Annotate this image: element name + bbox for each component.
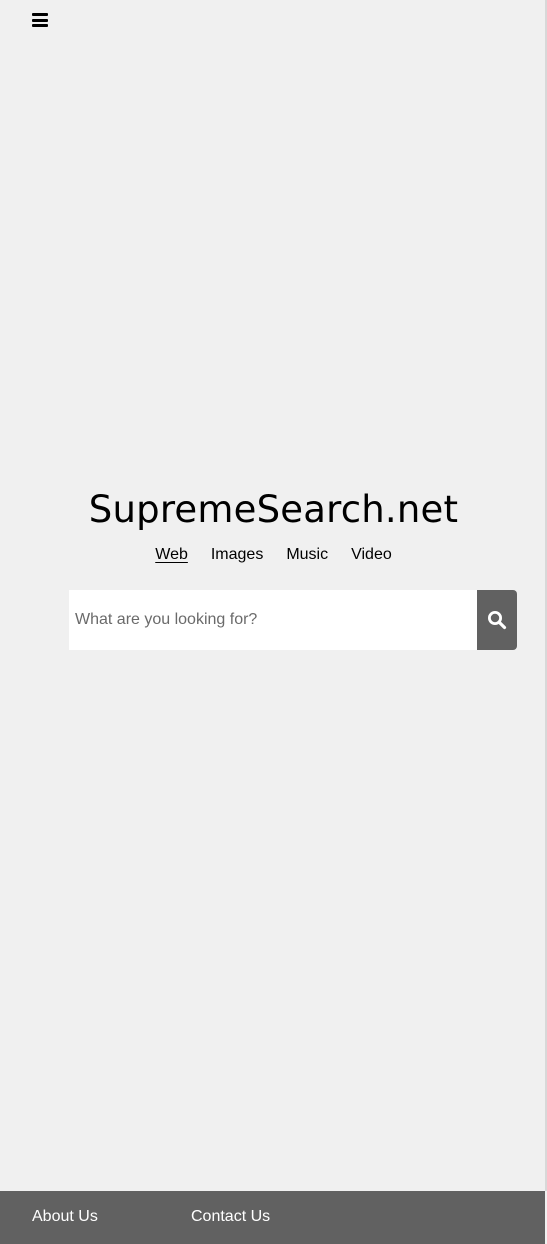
menu-bar <box>32 18 48 22</box>
contact-us-link[interactable]: Contact Us <box>191 1208 270 1226</box>
about-us-link[interactable]: About Us <box>32 1208 98 1226</box>
hamburger-menu-icon[interactable] <box>32 12 48 28</box>
search-type-tabs: Web Images Music Video <box>0 546 547 564</box>
search-bar <box>69 590 517 650</box>
menu-bar <box>32 13 48 16</box>
footer: About Us Contact Us <box>0 1191 545 1244</box>
site-logo: SupremeSearch.net <box>88 488 459 531</box>
tab-music[interactable]: Music <box>286 546 328 564</box>
search-button[interactable] <box>477 590 517 650</box>
search-icon <box>488 611 507 630</box>
tab-web[interactable]: Web <box>155 546 188 564</box>
search-input[interactable] <box>69 590 477 650</box>
tab-video[interactable]: Video <box>351 546 392 564</box>
tab-images[interactable]: Images <box>211 546 263 564</box>
menu-bar <box>32 24 48 27</box>
